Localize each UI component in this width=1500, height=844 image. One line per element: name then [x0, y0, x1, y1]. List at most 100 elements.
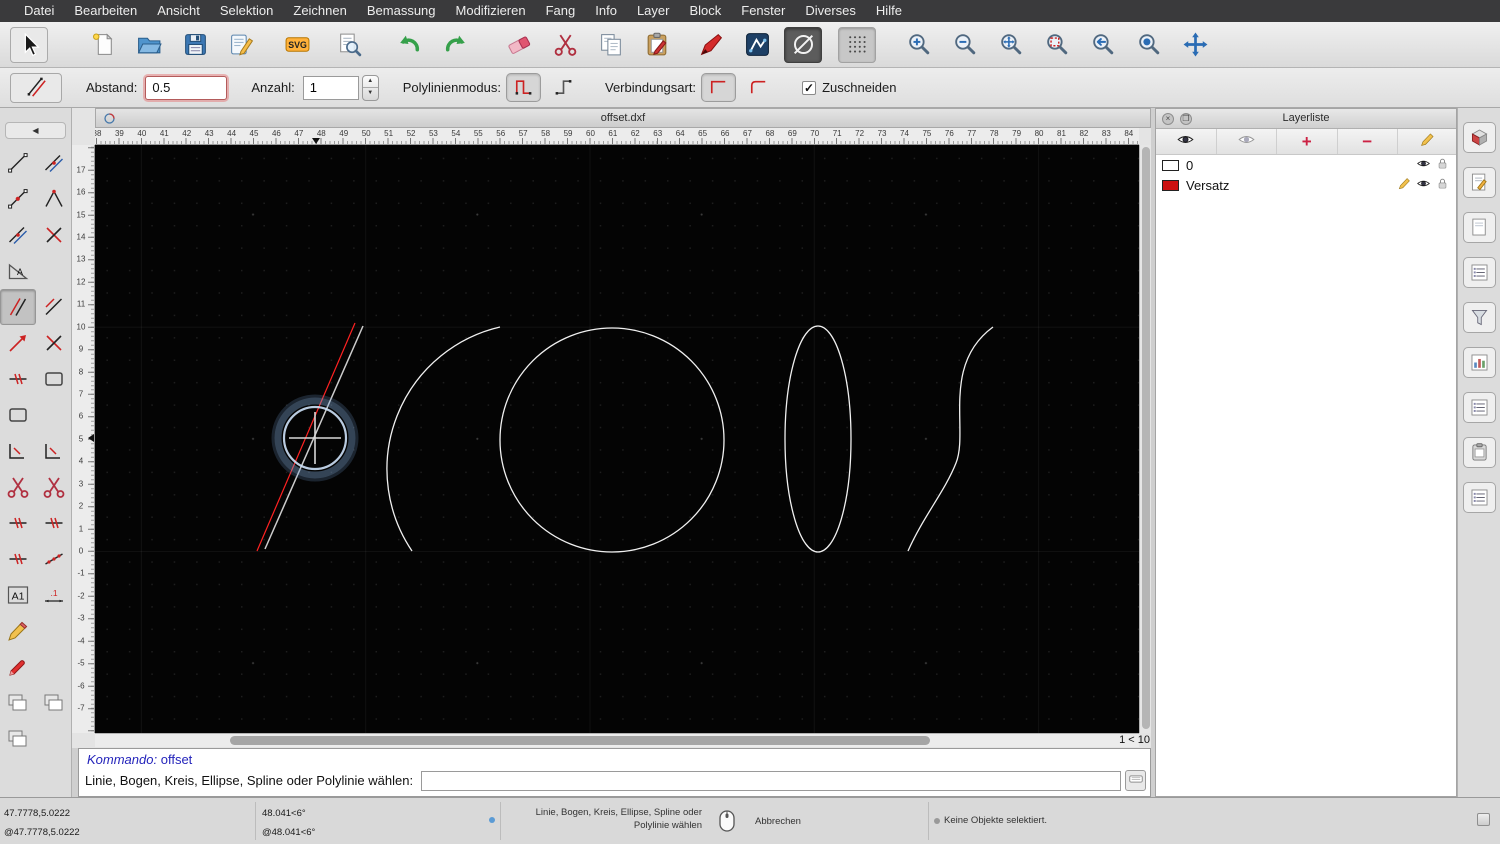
layer-visibility-icon[interactable] [1416, 156, 1431, 174]
tool-marker[interactable] [0, 649, 36, 685]
panel-toggle-property-editor[interactable] [1462, 122, 1496, 153]
menu-fang[interactable]: Fang [536, 0, 586, 22]
tool-corner-trim[interactable] [0, 433, 36, 469]
tool-snap-reference[interactable] [36, 217, 71, 253]
zoom-selection-button[interactable] [1038, 27, 1076, 63]
tool-offset[interactable] [0, 289, 36, 325]
layer-lock-icon[interactable] [1435, 156, 1450, 174]
menu-diverses[interactable]: Diverses [795, 0, 866, 22]
menu-modifizieren[interactable]: Modifizieren [446, 0, 536, 22]
tool-snap-endpoints[interactable] [0, 145, 36, 181]
horizontal-scrollbar[interactable] [95, 733, 1139, 747]
menu-bearbeiten[interactable]: Bearbeiten [64, 0, 147, 22]
edit-preferences-button[interactable] [222, 27, 260, 63]
eraser-button[interactable] [500, 27, 538, 63]
abstand-input[interactable] [145, 75, 228, 100]
panel-toggle-document[interactable] [1462, 212, 1496, 243]
show-all-layers-button[interactable] [1156, 129, 1217, 154]
tool-snap-auto[interactable] [0, 217, 36, 253]
tool-dimension-slope[interactable]: A [0, 253, 36, 289]
stepper-up-icon[interactable]: ▲ [362, 76, 378, 88]
grid-status-icon[interactable] [1477, 813, 1490, 826]
layer-color-swatch[interactable] [1162, 159, 1179, 171]
stepper-down-icon[interactable]: ▼ [363, 88, 378, 100]
anzahl-stepper[interactable]: ▲ ▼ [361, 74, 379, 101]
tool-text[interactable]: A1 [0, 577, 36, 613]
join-type-button-1[interactable] [701, 73, 737, 102]
drawing-canvas[interactable] [95, 145, 1139, 733]
offset-tool-button[interactable] [784, 26, 822, 63]
tool-layer-b[interactable] [36, 685, 71, 721]
menu-hilfe[interactable]: Hilfe [866, 0, 912, 22]
tool-break[interactable] [36, 325, 71, 361]
tool-snap-angle[interactable] [36, 181, 71, 217]
panel-toggle-clipboard[interactable] [1462, 437, 1496, 468]
zoom-in-button[interactable] [900, 27, 938, 63]
selection-pointer-button[interactable] [10, 26, 48, 63]
tool-trim-two[interactable] [36, 469, 71, 505]
tool-snap-intersection[interactable] [36, 145, 71, 181]
panel-toggle-filter[interactable] [1462, 302, 1496, 333]
menu-selektion[interactable]: Selektion [210, 0, 283, 22]
undo-button[interactable] [390, 27, 428, 63]
tool-trim-one[interactable] [0, 469, 36, 505]
zoom-window-button[interactable] [1130, 27, 1168, 63]
print-preview-button[interactable] [330, 27, 368, 63]
polyline-tool-button[interactable] [738, 27, 776, 63]
menu-ansicht[interactable]: Ansicht [147, 0, 210, 22]
panel-toggle-layer-list[interactable] [1462, 257, 1496, 288]
property-pen-button[interactable] [692, 27, 730, 63]
tool-break-out[interactable] [0, 541, 36, 577]
new-file-button[interactable] [84, 27, 122, 63]
menu-datei[interactable]: Datei [14, 0, 64, 22]
menu-block[interactable]: Block [679, 0, 731, 22]
document-titlebar[interactable]: offset.dxf [95, 108, 1151, 128]
layer-lock-icon[interactable] [1435, 176, 1450, 194]
open-file-button[interactable] [130, 27, 168, 63]
close-icon[interactable]: × [1162, 113, 1174, 125]
panel-toggle-library[interactable] [1462, 347, 1496, 378]
save-file-button[interactable] [176, 27, 214, 63]
cut-button[interactable] [546, 27, 584, 63]
panel-toggle-views[interactable] [1462, 392, 1496, 423]
panel-toggle-commands[interactable] [1462, 482, 1496, 513]
auto-zoom-button[interactable] [992, 27, 1030, 63]
trim-checkbox[interactable]: ✓ [802, 80, 817, 95]
vertical-scrollbar[interactable] [1139, 145, 1151, 733]
tool-points[interactable] [36, 541, 71, 577]
layer-color-swatch[interactable] [1162, 179, 1179, 191]
vertical-scrollbar-thumb[interactable] [1142, 147, 1150, 729]
tool-corner-fillet[interactable] [36, 433, 71, 469]
horizontal-scrollbar-thumb[interactable] [230, 736, 930, 745]
command-options-button[interactable] [1125, 770, 1146, 791]
remove-layer-button[interactable]: − [1338, 129, 1398, 154]
tool-round[interactable] [0, 397, 36, 433]
layer-row-0[interactable]: 0 [1156, 155, 1456, 175]
tool-divide-three[interactable] [36, 505, 71, 541]
tool-layer-c[interactable] [0, 721, 36, 757]
command-input[interactable] [421, 770, 1121, 791]
anzahl-input[interactable] [302, 75, 359, 100]
grid-toggle-button[interactable] [838, 26, 876, 63]
tool-parallel[interactable] [36, 289, 71, 325]
edit-layer-button[interactable] [1398, 129, 1456, 154]
svg-export-button[interactable]: SVG [278, 27, 316, 63]
join-type-button-2[interactable] [741, 73, 776, 102]
menu-layer[interactable]: Layer [627, 0, 680, 22]
tool-snap-middle[interactable] [0, 181, 36, 217]
tool-rectangle[interactable] [36, 361, 71, 397]
copy-button[interactable] [592, 27, 630, 63]
redo-button[interactable] [436, 27, 474, 63]
tool-dimension[interactable]: .1 [36, 577, 71, 613]
tool-lengthen[interactable] [0, 325, 36, 361]
layer-row-Versatz[interactable]: Versatz [1156, 175, 1456, 195]
menu-fenster[interactable]: Fenster [731, 0, 795, 22]
toolbox-collapse-button[interactable]: ◀ [5, 122, 66, 139]
polyline-mode-button-2[interactable] [546, 73, 581, 102]
panel-toggle-selection-info[interactable] [1462, 167, 1496, 198]
layer-visibility-icon[interactable] [1416, 176, 1431, 194]
menu-zeichnen[interactable]: Zeichnen [283, 0, 356, 22]
polyline-mode-button-1[interactable] [505, 73, 541, 102]
pan-button[interactable] [1176, 27, 1214, 63]
tool-layer-a[interactable] [0, 685, 36, 721]
